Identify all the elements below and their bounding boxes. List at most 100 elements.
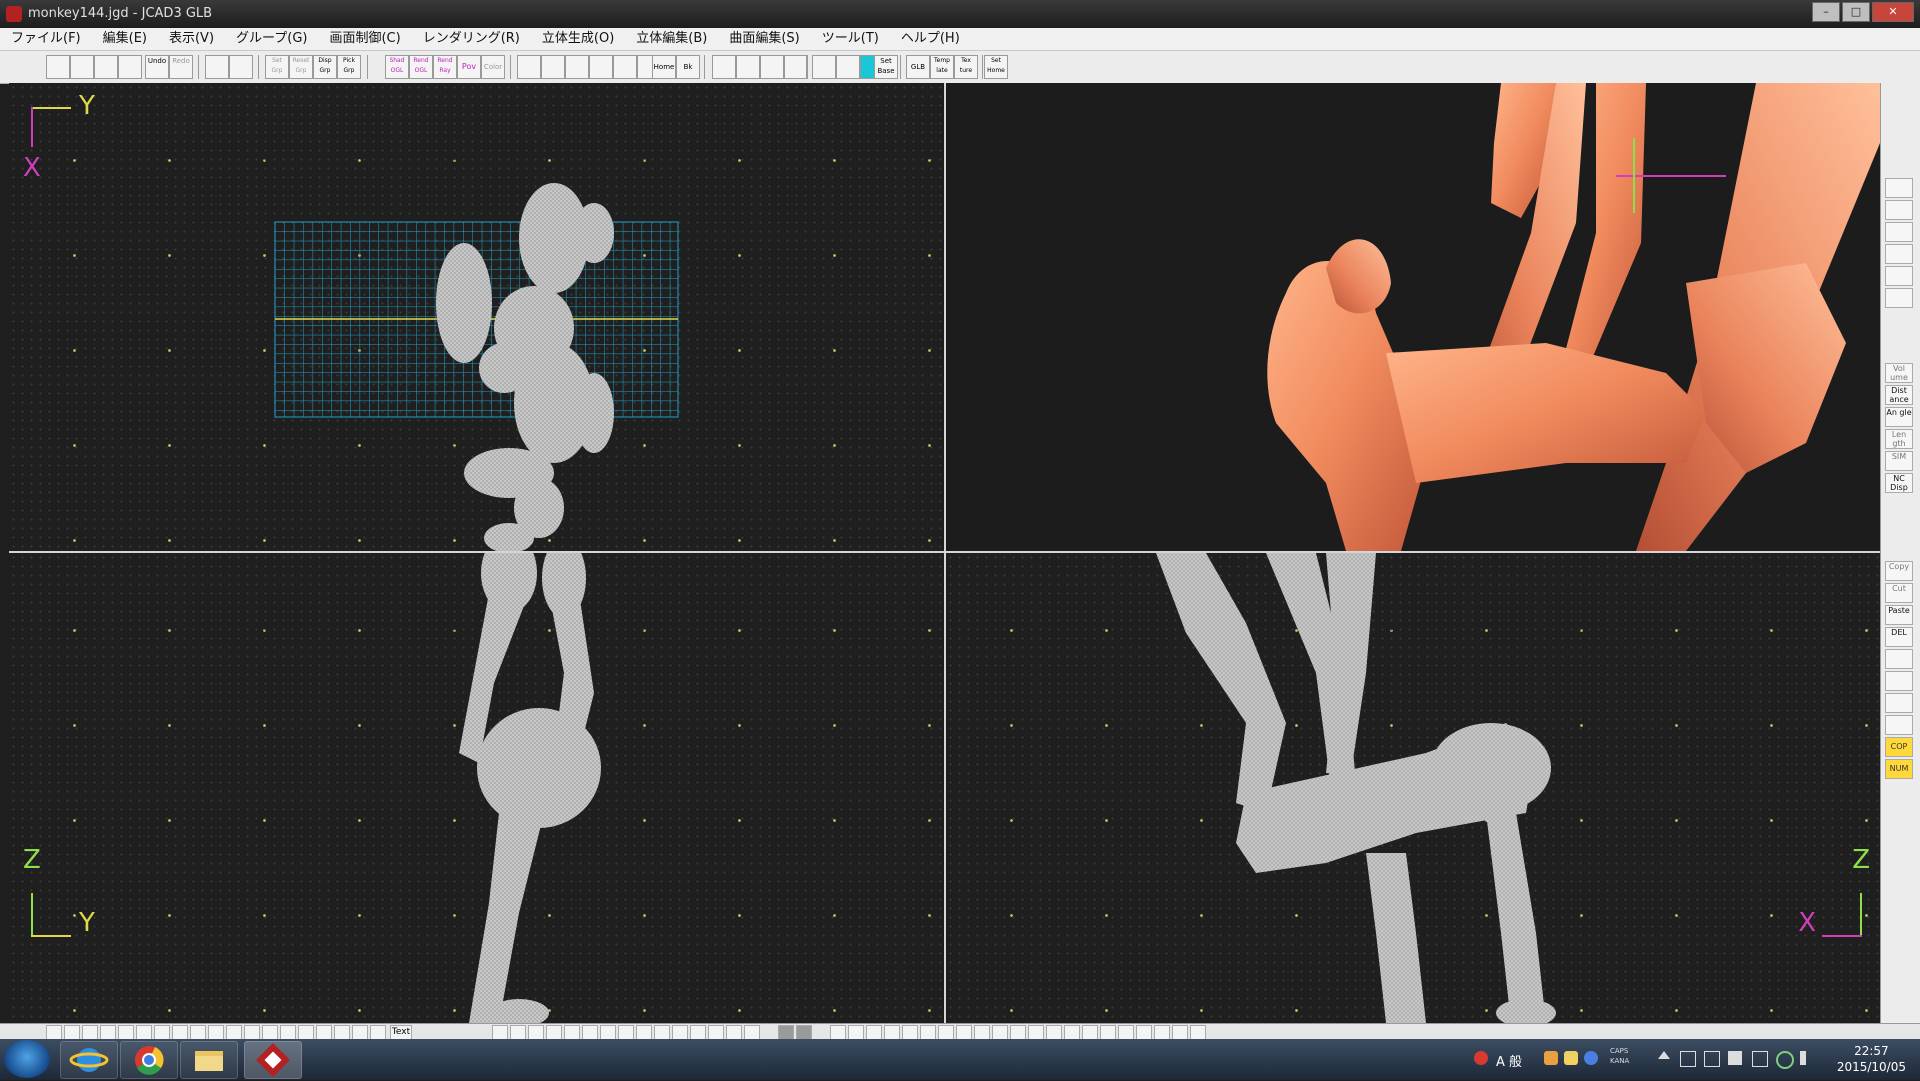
memory-icon[interactable] bbox=[1885, 715, 1913, 735]
render-ray-button[interactable]: Rend Ray bbox=[433, 55, 457, 79]
clock[interactable]: 22:57 2015/10/05 bbox=[1837, 1043, 1906, 1075]
tool-icon[interactable] bbox=[690, 1025, 706, 1040]
zoom-out-icon[interactable] bbox=[541, 55, 565, 79]
viewport-side[interactable]: Z X bbox=[946, 553, 1880, 1023]
tool-icon[interactable] bbox=[1028, 1025, 1044, 1040]
group-tree-icon[interactable] bbox=[1885, 671, 1913, 691]
ime-indicator[interactable]: A 般 bbox=[1496, 1051, 1522, 1070]
delete-button[interactable]: DEL bbox=[1885, 627, 1913, 647]
tool-icon[interactable] bbox=[82, 1025, 98, 1040]
volume-button[interactable]: Vol ume bbox=[1885, 363, 1913, 383]
tool-icon[interactable] bbox=[796, 1025, 812, 1040]
tool-icon[interactable] bbox=[956, 1025, 972, 1040]
viewport-splitter-horizontal[interactable] bbox=[9, 551, 1880, 553]
texture-button[interactable]: Tex ture bbox=[954, 55, 978, 79]
menu-surface-edit[interactable]: 曲面編集(S) bbox=[718, 28, 810, 50]
redo-button[interactable]: Redo bbox=[169, 55, 193, 79]
display-icon[interactable] bbox=[1704, 1051, 1720, 1067]
tool-icon[interactable] bbox=[172, 1025, 188, 1040]
tool-icon[interactable] bbox=[778, 1025, 794, 1040]
tool-icon[interactable] bbox=[280, 1025, 296, 1040]
tool-icon[interactable] bbox=[726, 1025, 742, 1040]
chrome-icon[interactable] bbox=[120, 1041, 178, 1079]
windows-icon[interactable] bbox=[1680, 1051, 1696, 1067]
povray-button[interactable]: Pov bbox=[457, 55, 481, 79]
zoom-fit-icon[interactable] bbox=[565, 55, 589, 79]
text-tool-button[interactable]: Text bbox=[390, 1025, 412, 1040]
tool-icon[interactable] bbox=[654, 1025, 670, 1040]
grid-snap-icon[interactable] bbox=[836, 55, 860, 79]
rotate-right-icon[interactable] bbox=[736, 55, 760, 79]
viewport-front[interactable]: Z Y bbox=[9, 553, 944, 1023]
tool-icon[interactable] bbox=[1010, 1025, 1026, 1040]
help-icon[interactable] bbox=[1584, 1051, 1598, 1065]
view-frame-icon[interactable] bbox=[784, 55, 808, 79]
menu-view[interactable]: 表示(V) bbox=[158, 28, 225, 50]
grid-display-icon[interactable] bbox=[812, 55, 836, 79]
list-icon[interactable] bbox=[1885, 693, 1913, 713]
length-button[interactable]: Len gth bbox=[1885, 429, 1913, 449]
tool-icon[interactable] bbox=[154, 1025, 170, 1040]
viewport-perspective[interactable] bbox=[946, 83, 1880, 551]
tool-icon[interactable] bbox=[370, 1025, 386, 1040]
tray-app-icon[interactable] bbox=[1544, 1051, 1558, 1065]
tool-icon[interactable] bbox=[1172, 1025, 1188, 1040]
tool-icon[interactable] bbox=[708, 1025, 724, 1040]
tool-icon[interactable] bbox=[582, 1025, 598, 1040]
color-button[interactable]: Color bbox=[481, 55, 505, 79]
tool-icon[interactable] bbox=[744, 1025, 760, 1040]
save-icon[interactable] bbox=[94, 55, 118, 79]
print-icon[interactable] bbox=[118, 55, 142, 79]
zoom-all-icon[interactable] bbox=[613, 55, 637, 79]
nc-display-button[interactable]: NC Disp bbox=[1885, 473, 1913, 493]
close-button[interactable]: ✕ bbox=[1872, 2, 1914, 22]
tool-icon[interactable] bbox=[1082, 1025, 1098, 1040]
tool-icon[interactable] bbox=[1118, 1025, 1134, 1040]
open-folder-icon[interactable] bbox=[70, 55, 94, 79]
tool-icon[interactable] bbox=[510, 1025, 526, 1040]
tool-icon[interactable] bbox=[1136, 1025, 1152, 1040]
tool-icon[interactable] bbox=[118, 1025, 134, 1040]
tool-icon[interactable] bbox=[46, 1025, 62, 1040]
display-group-button[interactable]: Disp Grp bbox=[313, 55, 337, 79]
tool-icon[interactable] bbox=[528, 1025, 544, 1040]
properties-icon[interactable] bbox=[1885, 649, 1913, 669]
tool-icon[interactable] bbox=[226, 1025, 242, 1040]
tool-icon[interactable] bbox=[866, 1025, 882, 1040]
tool-icon[interactable] bbox=[190, 1025, 206, 1040]
tool-icon[interactable] bbox=[1100, 1025, 1116, 1040]
tool-icon[interactable] bbox=[848, 1025, 864, 1040]
sim-button[interactable]: SIM bbox=[1885, 451, 1913, 471]
tool-icon[interactable] bbox=[64, 1025, 80, 1040]
menu-edit[interactable]: 編集(E) bbox=[92, 28, 158, 50]
menu-tools[interactable]: ツール(T) bbox=[811, 28, 890, 50]
zoom-in-icon[interactable] bbox=[517, 55, 541, 79]
set-base-button[interactable]: Set Base bbox=[874, 55, 898, 79]
new-file-icon[interactable] bbox=[46, 55, 70, 79]
pick-group-button[interactable]: Pick Grp bbox=[337, 55, 361, 79]
paste-button[interactable]: Paste bbox=[1885, 605, 1913, 625]
print-view-icon[interactable] bbox=[1885, 200, 1913, 220]
show-hidden-icons-icon[interactable] bbox=[1658, 1051, 1670, 1059]
target-icon[interactable] bbox=[1885, 222, 1913, 242]
tool-icon[interactable] bbox=[492, 1025, 508, 1040]
menu-screen-control[interactable]: 画面制御(C) bbox=[318, 28, 411, 50]
unit-icon[interactable] bbox=[1885, 266, 1913, 286]
tool-icon[interactable] bbox=[334, 1025, 350, 1040]
render-ogl-button[interactable]: Rend OGL bbox=[409, 55, 433, 79]
menu-help[interactable]: ヘルプ(H) bbox=[890, 28, 971, 50]
four-view-icon[interactable] bbox=[229, 55, 253, 79]
start-button[interactable] bbox=[4, 1040, 50, 1078]
menu-file[interactable]: ファイル(F) bbox=[0, 28, 92, 50]
undo-button[interactable]: Undo bbox=[145, 55, 169, 79]
power-icon[interactable] bbox=[1752, 1051, 1768, 1067]
zoom-window-icon[interactable] bbox=[589, 55, 613, 79]
jcad3-taskbar-icon[interactable] bbox=[244, 1041, 302, 1079]
tool-icon[interactable] bbox=[920, 1025, 936, 1040]
minimize-button[interactable]: – bbox=[1812, 2, 1840, 22]
tool-icon[interactable] bbox=[316, 1025, 332, 1040]
tool-icon[interactable] bbox=[1046, 1025, 1062, 1040]
tool-icon[interactable] bbox=[902, 1025, 918, 1040]
tool-icon[interactable] bbox=[600, 1025, 616, 1040]
notification-icon[interactable] bbox=[1474, 1051, 1488, 1065]
